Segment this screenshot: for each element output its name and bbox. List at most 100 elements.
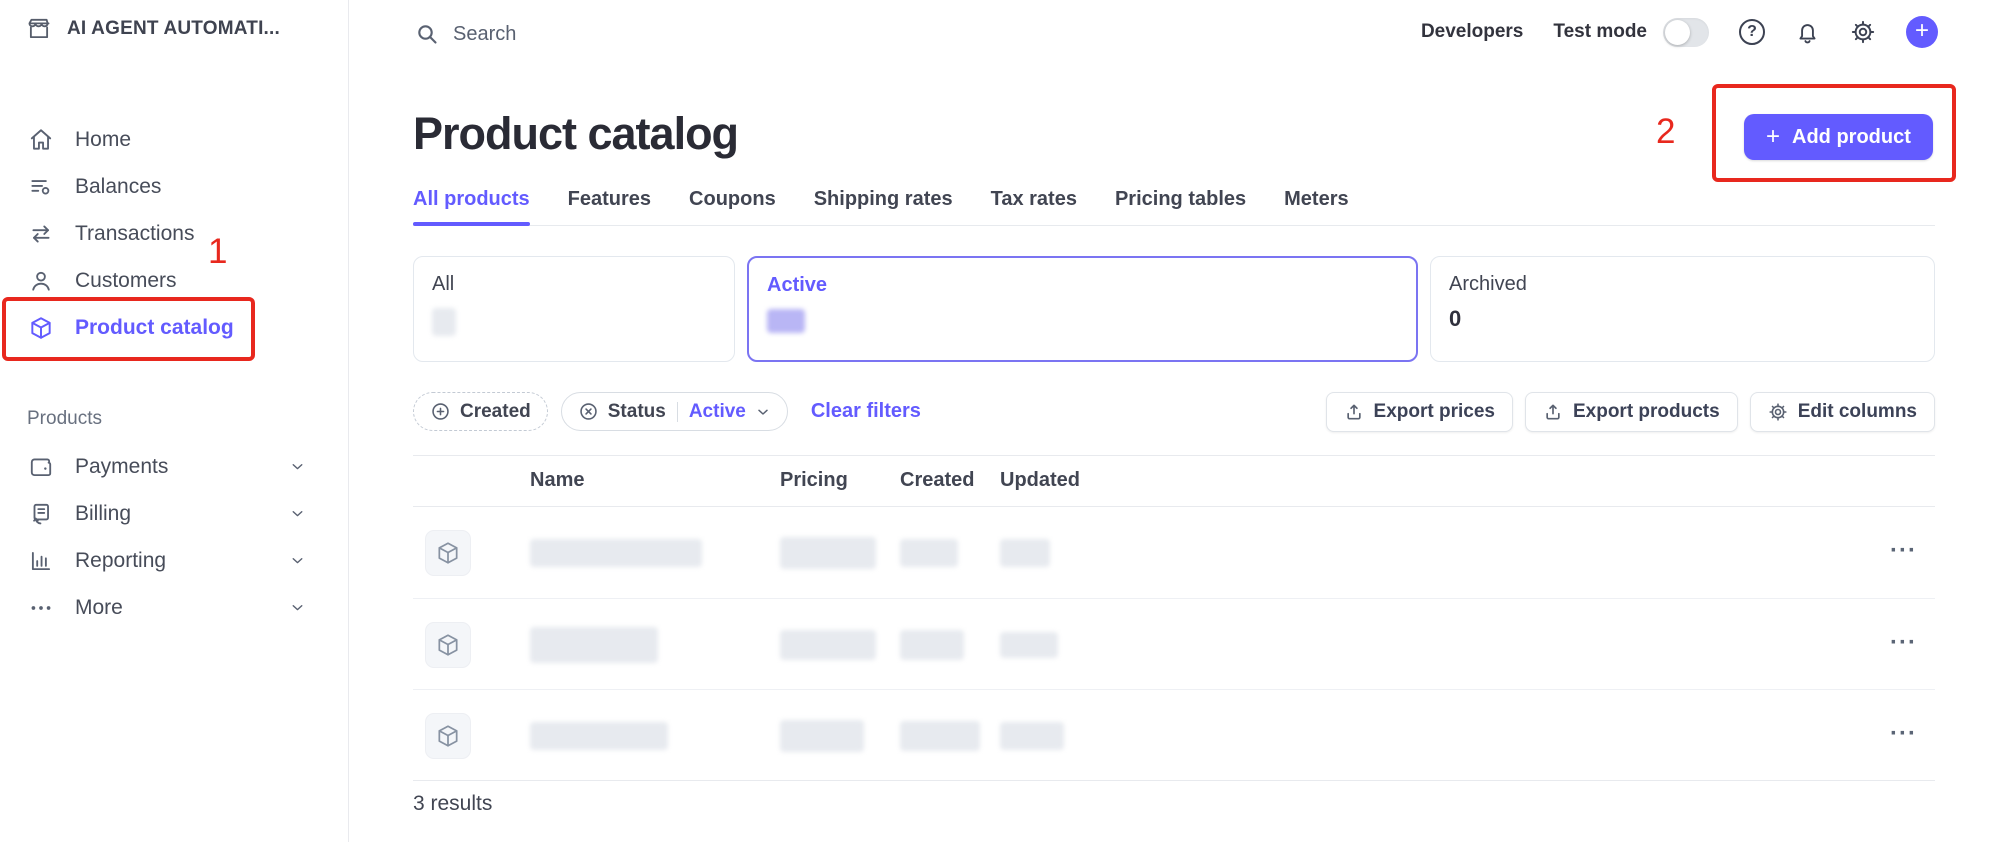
filter-created-label: Created bbox=[460, 401, 531, 423]
export-icon bbox=[1543, 402, 1563, 422]
sidebar-item-label: Home bbox=[75, 128, 131, 152]
tab-features[interactable]: Features bbox=[568, 188, 651, 211]
tab-shipping-rates[interactable]: Shipping rates bbox=[814, 188, 953, 211]
circle-plus-icon bbox=[430, 401, 451, 422]
gear-icon bbox=[1768, 402, 1788, 422]
tab-tax-rates[interactable]: Tax rates bbox=[991, 188, 1077, 211]
annotation-box-2 bbox=[1712, 84, 1956, 182]
summary-card-archived[interactable]: Archived 0 bbox=[1430, 256, 1935, 362]
row-overflow-menu[interactable]: ··· bbox=[1890, 536, 1917, 564]
redacted-name bbox=[530, 539, 702, 567]
sidebar-item-label: Billing bbox=[75, 502, 131, 526]
search-input[interactable] bbox=[453, 23, 673, 46]
table-row[interactable]: ··· bbox=[413, 690, 1935, 781]
export-products-button[interactable]: Export products bbox=[1525, 392, 1738, 432]
tab-coupons[interactable]: Coupons bbox=[689, 188, 776, 211]
sidebar-item-balances[interactable]: Balances bbox=[0, 163, 348, 210]
column-header-updated: Updated bbox=[1000, 469, 1080, 492]
annotation-box-1 bbox=[2, 297, 255, 361]
filter-bar: Created Status Active Clear filters bbox=[413, 392, 921, 431]
product-cube-icon bbox=[425, 713, 471, 759]
edit-columns-button[interactable]: Edit columns bbox=[1750, 392, 1935, 432]
redacted-pricing bbox=[780, 537, 876, 569]
sidebar-section-products: Products bbox=[27, 408, 102, 430]
settings-gear-icon[interactable] bbox=[1850, 19, 1876, 45]
catalog-tabs: All products Features Coupons Shipping r… bbox=[413, 188, 1935, 226]
test-mode-label: Test mode bbox=[1553, 21, 1647, 43]
sidebar-item-label: Transactions bbox=[75, 222, 194, 246]
column-header-pricing: Pricing bbox=[780, 469, 848, 492]
redacted-updated bbox=[1000, 539, 1050, 567]
balances-icon bbox=[27, 174, 55, 200]
table-actions: Export prices Export products Edit colum… bbox=[1326, 392, 1935, 432]
table-header: Name Pricing Created Updated bbox=[413, 455, 1935, 505]
redacted-created bbox=[900, 539, 958, 567]
row-overflow-menu[interactable]: ··· bbox=[1890, 628, 1917, 656]
sidebar-item-label: Balances bbox=[75, 175, 161, 199]
circle-x-icon bbox=[578, 401, 599, 422]
export-products-label: Export products bbox=[1573, 401, 1720, 423]
filter-created[interactable]: Created bbox=[413, 392, 548, 431]
sidebar-item-more[interactable]: More bbox=[0, 584, 348, 631]
reporting-icon bbox=[27, 548, 55, 574]
tab-all-products[interactable]: All products bbox=[413, 188, 530, 211]
card-label: All bbox=[432, 273, 716, 296]
toggle-knob bbox=[1665, 20, 1690, 45]
divider bbox=[677, 402, 678, 422]
chevron-down-icon bbox=[289, 599, 306, 616]
sidebar-item-billing[interactable]: Billing bbox=[0, 490, 348, 537]
sidebar-item-reporting[interactable]: Reporting bbox=[0, 537, 348, 584]
notifications-bell-icon[interactable] bbox=[1795, 20, 1820, 45]
summary-card-active[interactable]: Active bbox=[747, 256, 1418, 362]
sidebar-nav-products: Payments Billing Reporting bbox=[0, 443, 348, 631]
table-row[interactable]: ··· bbox=[413, 599, 1935, 690]
filter-status-label: Status bbox=[608, 401, 666, 423]
sidebar-item-home[interactable]: Home bbox=[0, 116, 348, 163]
chevron-down-icon bbox=[289, 505, 306, 522]
storefront-icon bbox=[26, 16, 52, 42]
product-cube-icon bbox=[425, 622, 471, 668]
create-plus-button[interactable]: + bbox=[1906, 16, 1938, 48]
product-cube-icon bbox=[425, 530, 471, 576]
redacted-created bbox=[900, 630, 964, 660]
redacted-pricing bbox=[780, 720, 864, 752]
clear-filters-link[interactable]: Clear filters bbox=[811, 400, 921, 423]
developers-link[interactable]: Developers bbox=[1421, 21, 1523, 43]
redacted-created bbox=[900, 721, 980, 751]
export-icon bbox=[1344, 402, 1364, 422]
redacted-count bbox=[767, 309, 805, 333]
filter-status[interactable]: Status Active bbox=[561, 392, 788, 431]
row-overflow-menu[interactable]: ··· bbox=[1890, 719, 1917, 747]
redacted-name bbox=[530, 627, 658, 663]
edit-columns-label: Edit columns bbox=[1798, 401, 1917, 423]
app-window: AI AGENT AUTOMATI... Home Balances Trans… bbox=[0, 0, 2000, 842]
export-prices-button[interactable]: Export prices bbox=[1326, 392, 1513, 432]
results-count: 3 results bbox=[413, 792, 492, 816]
card-label: Active bbox=[767, 274, 1398, 297]
redacted-pricing bbox=[780, 630, 876, 660]
annotation-label-1: 1 bbox=[208, 232, 227, 272]
global-search[interactable] bbox=[415, 22, 673, 46]
more-ellipsis-icon bbox=[27, 595, 55, 621]
chevron-down-icon bbox=[755, 404, 771, 420]
chevron-down-icon bbox=[289, 552, 306, 569]
column-header-name: Name bbox=[530, 469, 584, 492]
search-icon bbox=[415, 22, 439, 46]
redacted-updated bbox=[1000, 722, 1064, 750]
summary-card-all[interactable]: All bbox=[413, 256, 735, 362]
account-switcher[interactable]: AI AGENT AUTOMATI... bbox=[26, 16, 280, 42]
divider bbox=[413, 780, 1935, 781]
billing-icon bbox=[27, 501, 55, 527]
sidebar-item-transactions[interactable]: Transactions bbox=[0, 210, 348, 257]
table-row[interactable]: ··· bbox=[413, 507, 1935, 598]
tab-pricing-tables[interactable]: Pricing tables bbox=[1115, 188, 1246, 211]
transactions-icon bbox=[27, 221, 55, 247]
tab-meters[interactable]: Meters bbox=[1284, 188, 1348, 211]
payments-icon bbox=[27, 454, 55, 480]
sidebar-item-payments[interactable]: Payments bbox=[0, 443, 348, 490]
column-header-created: Created bbox=[900, 469, 974, 492]
card-count: 0 bbox=[1449, 306, 1916, 332]
filter-status-value: Active bbox=[689, 401, 746, 423]
help-icon[interactable]: ? bbox=[1739, 19, 1765, 45]
test-mode-toggle[interactable] bbox=[1663, 18, 1709, 47]
